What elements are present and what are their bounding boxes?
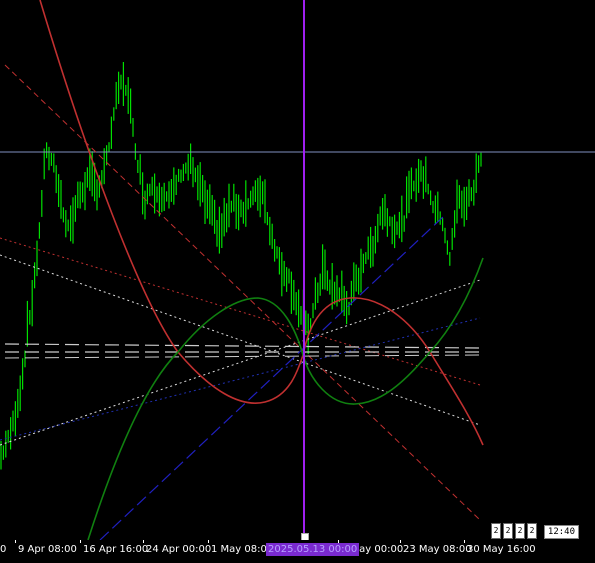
time-tick-label: 9 Apr 08:00 <box>18 544 77 555</box>
tick-mark <box>80 540 81 543</box>
time-tick-label: 23 May 08:00 <box>403 544 472 555</box>
time-axis: 0 9 Apr 08:00 16 Apr 16:00 24 Apr 00:00 … <box>0 540 595 563</box>
tick-mark <box>15 540 16 543</box>
green-curve-left[interactable] <box>87 297 304 541</box>
tick-mark <box>143 540 144 543</box>
tick-mark <box>400 540 401 543</box>
tick-mark <box>464 540 465 543</box>
blue-dashed-line[interactable] <box>99 214 446 541</box>
price-candles <box>0 62 482 470</box>
red-curve-right[interactable] <box>302 297 484 446</box>
shortcut-button[interactable]: 2 <box>527 523 537 539</box>
white-dashed-line-3[interactable] <box>4 354 481 359</box>
current-time-badge: 12:40 <box>543 525 579 539</box>
white-dashed-line-1[interactable] <box>4 343 481 349</box>
time-tick-label: 24 Apr 00:00 <box>146 544 212 555</box>
red-dashed-line-upper[interactable] <box>4 64 481 521</box>
cursor-time-label: 2025.05.13 00:00 <box>266 543 360 556</box>
tick-mark <box>208 540 209 543</box>
blue-dotted-line[interactable] <box>0 317 481 441</box>
red-dotted-line-lower[interactable] <box>0 237 481 386</box>
time-tick-label: 30 May 16:00 <box>467 544 536 555</box>
shortcut-button[interactable]: 2 <box>491 523 501 539</box>
shortcut-button[interactable]: 2 <box>503 523 513 539</box>
shortcut-button[interactable]: 2 <box>515 523 525 539</box>
time-tick-label: 1 May 08:00 <box>211 544 274 555</box>
white-dotted-line-falling[interactable] <box>0 254 481 426</box>
time-tick-label: 0 <box>0 544 7 555</box>
price-chart[interactable] <box>0 0 595 541</box>
chart-shortcut-buttons: 2 2 2 2 <box>491 523 537 539</box>
chart-canvas <box>0 0 595 541</box>
time-tick-label: 16 Apr 16:00 <box>83 544 149 555</box>
